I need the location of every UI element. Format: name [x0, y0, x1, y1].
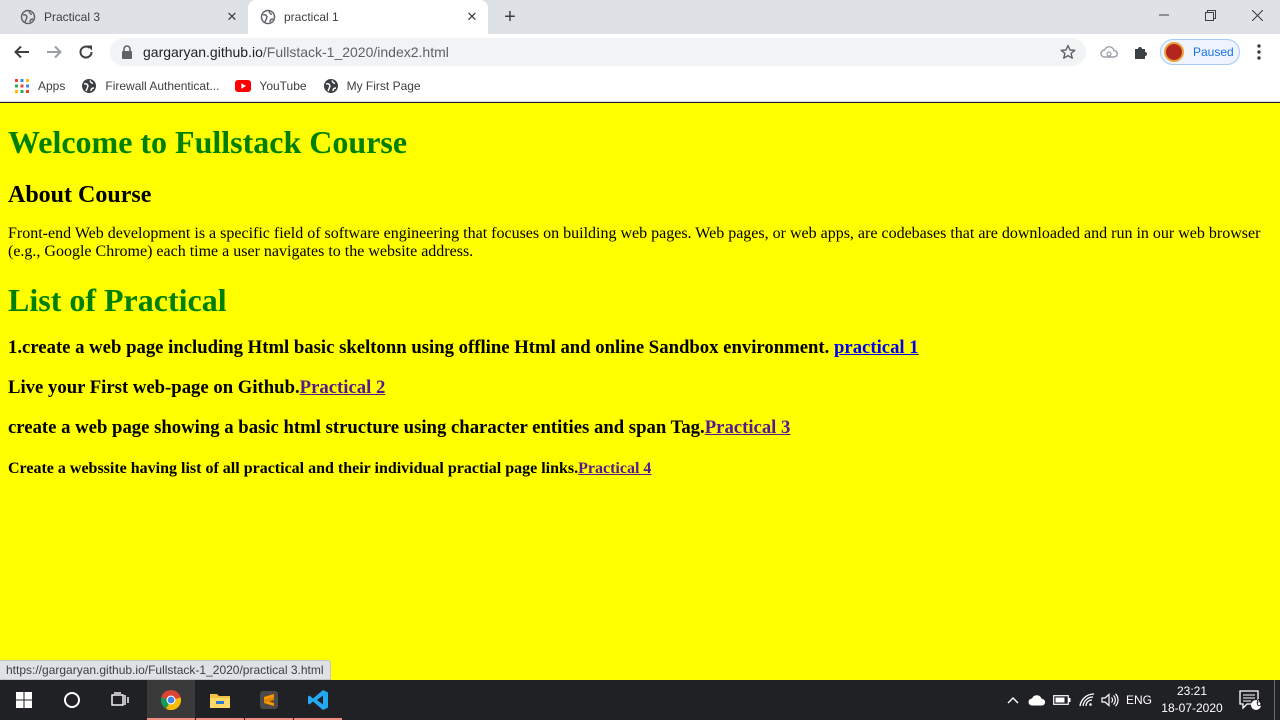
practical-item-1: 1.create a web page including Html basic… [8, 337, 1272, 359]
new-tab-button[interactable]: + [498, 5, 522, 29]
apps-grid-icon [14, 78, 30, 94]
address-bar[interactable]: gargaryan.github.io/Fullstack-1_2020/ind… [110, 38, 1086, 66]
practical-4-link[interactable]: Practical 4 [578, 460, 651, 477]
clock-date: 18-07-2020 [1161, 701, 1223, 715]
windows-taskbar: ENG 23:21 18-07-2020 6 [0, 680, 1280, 720]
back-arrow-icon[interactable] [8, 38, 36, 66]
close-tab-icon[interactable]: ✕ [464, 9, 480, 25]
globe-icon [20, 9, 36, 25]
vscode-icon[interactable] [294, 680, 342, 720]
url-domain: gargaryan.github.io [143, 44, 263, 60]
practical-description: Create a webssite having list of all pra… [8, 460, 579, 477]
show-hidden-icons-chevron-icon[interactable] [1004, 680, 1022, 720]
globe-icon [260, 9, 276, 25]
page-title: Welcome to Fullstack Course [8, 124, 408, 160]
close-window-icon[interactable] [1234, 0, 1280, 30]
battery-icon[interactable] [1052, 680, 1072, 720]
extensions-puzzle-icon[interactable] [1127, 38, 1155, 66]
minimize-icon[interactable] [1141, 0, 1187, 30]
bookmark-label: My First Page [346, 78, 421, 93]
globe-icon [81, 78, 97, 94]
about-paragraph: Front-end Web development is a specific … [8, 225, 1261, 260]
sublime-text-icon[interactable] [245, 680, 293, 720]
about-heading: About Course [8, 182, 152, 208]
url-path: /Fullstack-1_2020/index2.html [262, 44, 449, 60]
clock-time: 23:21 [1176, 684, 1208, 698]
tab-practical-1[interactable]: practical 1 ✕ [248, 0, 488, 34]
bookmark-label: Firewall Authenticat... [105, 78, 220, 93]
practical-description: create a web page showing a basic html s… [8, 417, 705, 438]
profile-paused-button[interactable]: Paused [1160, 39, 1240, 65]
reload-icon[interactable] [72, 38, 100, 66]
action-center-notification-icon[interactable]: 6 [1232, 680, 1268, 720]
tab-title: Practical 3 [44, 10, 101, 24]
link-status-bubble: https://gargaryan.github.io/Fullstack-1_… [0, 660, 331, 680]
cloud-sync-icon[interactable] [1095, 38, 1123, 66]
practical-item-3: create a web page showing a basic html s… [8, 417, 1272, 439]
notification-count-badge: 6 [1256, 698, 1262, 709]
tab-strip: Practical 3 ✕ practical 1 ✕ + [0, 0, 1280, 34]
url-text: gargaryan.github.io/Fullstack-1_2020/ind… [143, 44, 449, 60]
practical-1-link[interactable]: practical 1 [834, 337, 919, 358]
chrome-taskbar-icon[interactable] [147, 680, 195, 720]
globe-icon [323, 78, 339, 94]
cortana-search-icon[interactable] [48, 680, 96, 720]
system-clock[interactable]: 23:21 18-07-2020 [1156, 683, 1228, 717]
bookmark-youtube[interactable]: YouTube [235, 74, 307, 98]
tab-practical-3[interactable]: Practical 3 ✕ [0, 0, 248, 34]
browser-toolbar: gargaryan.github.io/Fullstack-1_2020/ind… [0, 34, 1280, 70]
bookmark-my-first-page[interactable]: My First Page [323, 74, 421, 98]
menu-kebab-icon[interactable] [1245, 38, 1273, 66]
practical-item-2: Live your First web-page on Github.Pract… [8, 377, 1272, 399]
task-view-icon[interactable] [96, 680, 144, 720]
onedrive-cloud-icon[interactable] [1027, 680, 1047, 720]
bookmark-firewall[interactable]: Firewall Authenticat... [81, 74, 219, 98]
practical-description: 1.create a web page including Html basic… [8, 337, 834, 358]
practical-item-4: Create a webssite having list of all pra… [8, 460, 1272, 478]
profile-status-label: Paused [1193, 45, 1234, 59]
show-desktop-button[interactable] [1274, 680, 1275, 720]
youtube-icon [235, 78, 252, 94]
volume-icon[interactable] [1100, 680, 1120, 720]
practical-3-link[interactable]: Practical 3 [705, 417, 791, 438]
bookmark-star-icon[interactable] [1060, 44, 1076, 60]
list-heading: List of Practical [8, 282, 227, 318]
forward-arrow-icon[interactable] [40, 38, 68, 66]
windows-start-icon[interactable] [0, 680, 48, 720]
bookmark-label: Apps [38, 78, 66, 93]
web-page-content: Welcome to Fullstack Course About Course… [0, 103, 1280, 680]
restore-icon[interactable] [1187, 0, 1233, 30]
bookmark-apps[interactable]: Apps [14, 74, 65, 98]
practical-description: Live your First web-page on Github. [8, 377, 300, 398]
lock-icon[interactable] [121, 45, 133, 59]
tab-title: practical 1 [284, 10, 339, 24]
close-tab-icon[interactable]: ✕ [224, 9, 240, 25]
avatar [1164, 42, 1184, 62]
practical-2-link[interactable]: Practical 2 [300, 377, 386, 398]
wifi-icon[interactable] [1077, 680, 1097, 720]
file-explorer-icon[interactable] [196, 680, 244, 720]
bookmark-label: YouTube [259, 78, 307, 93]
input-language-indicator[interactable]: ENG [1126, 680, 1152, 720]
bookmarks-bar: Apps Firewall Authenticat... YouTube My … [0, 70, 1280, 102]
